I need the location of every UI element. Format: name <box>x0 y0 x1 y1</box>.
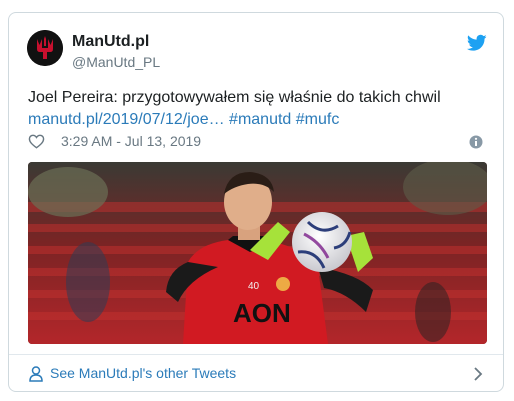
hashtag-manutd[interactable]: #manutd <box>229 111 291 128</box>
tweet-body: Joel Pereira: przygotowywałem się właśni… <box>28 89 441 106</box>
goalkeeper-photo: AON 40 <box>28 162 487 344</box>
tweet-text: Joel Pereira: przygotowywałem się właśni… <box>28 87 488 131</box>
info-icon[interactable] <box>469 135 483 149</box>
tweet-meta: 3:29 AM - Jul 13, 2019 <box>28 132 488 152</box>
jersey-number-text: 40 <box>248 281 260 292</box>
jersey-sponsor-text: AON <box>233 298 291 328</box>
see-other-tweets-label[interactable]: See ManUtd.pl's other Tweets <box>50 365 236 381</box>
chevron-right-icon[interactable] <box>473 366 483 382</box>
heart-icon[interactable] <box>28 133 45 149</box>
author-handle[interactable]: @ManUtd_PL <box>72 54 160 70</box>
hashtag-mufc[interactable]: #mufc <box>296 111 340 128</box>
tweet-media-photo[interactable]: AON 40 <box>28 162 487 344</box>
avatar[interactable] <box>27 30 63 66</box>
embedded-tweet-card: ManUtd.pl @ManUtd_PL Joel Pereira: przyg… <box>8 12 504 392</box>
tweet-timestamp[interactable]: 3:29 AM - Jul 13, 2019 <box>61 133 201 149</box>
twitter-bird-icon[interactable] <box>467 34 487 52</box>
user-icon <box>29 366 43 382</box>
tweet-link[interactable]: manutd.pl/2019/07/12/joe… <box>28 111 225 128</box>
author-name[interactable]: ManUtd.pl <box>72 33 149 51</box>
devil-trident-logo-icon <box>27 30 63 66</box>
see-other-tweets-link[interactable]: See ManUtd.pl's other Tweets <box>9 355 503 391</box>
